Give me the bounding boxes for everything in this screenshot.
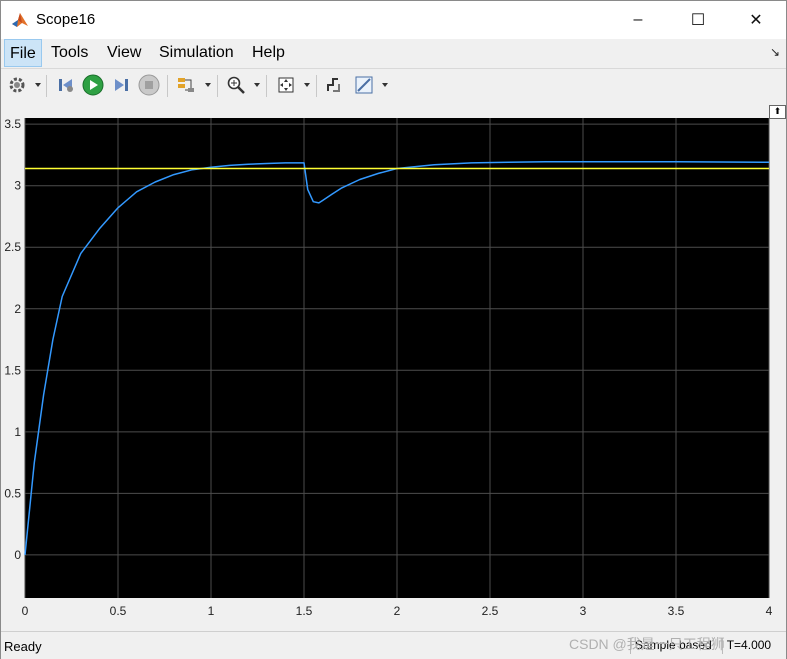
matlab-logo-icon [12, 13, 28, 27]
toolbar-separator [316, 75, 317, 97]
menu-help[interactable]: Help [247, 39, 290, 67]
signal-select-icon[interactable] [175, 74, 197, 96]
y-tick-label: 0.5 [4, 486, 21, 500]
menu-tools[interactable]: Tools [46, 39, 93, 67]
y-tick-label: 0 [14, 548, 21, 562]
watermark-text: CSDN @我是一只工程狮 [569, 636, 725, 652]
restore-axes-button[interactable]: ⬆ [769, 105, 786, 119]
y-tick-label: 2.5 [4, 240, 21, 254]
step-forward-icon[interactable] [110, 74, 132, 96]
menu-simulation[interactable]: Simulation [154, 39, 239, 67]
toolbar-separator [167, 75, 168, 97]
close-icon: ✕ [749, 12, 763, 29]
x-tick-label: 2.5 [482, 604, 499, 618]
minimize-button[interactable]: – [615, 1, 661, 39]
x-tick-label: 1 [208, 604, 215, 618]
run-icon[interactable] [82, 74, 104, 96]
zoom-dropdown-icon[interactable] [254, 83, 260, 87]
window-title: Scope16 [36, 11, 96, 28]
fit-view-icon[interactable] [275, 74, 297, 96]
x-tick-label: 2 [394, 604, 401, 618]
scope-window: Scope16 – ☐ ✕ File Tools View Simulation… [0, 0, 787, 659]
menu-view[interactable]: View [102, 39, 146, 67]
maximize-button[interactable]: ☐ [675, 1, 721, 39]
y-tick-labels: 0 0.5 1 1.5 2 2.5 3 3.5 [4, 117, 21, 562]
x-tick-label: 3 [580, 604, 587, 618]
y-tick-label: 2 [14, 302, 21, 316]
x-tick-labels: 0 0.5 1 1.5 2 2.5 3 3.5 4 [22, 604, 773, 618]
settings-dropdown-icon[interactable] [35, 83, 41, 87]
toolbar-separator [266, 75, 267, 97]
x-tick-label: 4 [766, 604, 773, 618]
close-button[interactable]: ✕ [733, 1, 779, 39]
minimize-icon: – [633, 11, 643, 28]
menu-file[interactable]: File [4, 39, 42, 67]
maximize-icon: ☐ [690, 12, 706, 29]
x-tick-label: 3.5 [668, 604, 685, 618]
menu-bar: File Tools View Simulation Help [1, 39, 786, 67]
toolbar [1, 68, 786, 103]
measure-dropdown-icon[interactable] [382, 83, 388, 87]
title-bar[interactable]: Scope16 – ☐ ✕ [1, 1, 786, 39]
status-time: T=4.000 [721, 638, 775, 654]
y-tick-label: 1.5 [4, 363, 21, 377]
x-tick-label: 0 [22, 604, 29, 618]
y-tick-label: 1 [14, 425, 21, 439]
scope-plot[interactable]: 0 0.5 1 1.5 2 2.5 3 3.5 4 0 0.5 1 1.5 2 2.5 3 3.5 [1, 102, 787, 629]
measure-icon[interactable] [353, 74, 375, 96]
dock-pin-icon[interactable]: ↘ [770, 45, 780, 59]
x-tick-label: 0.5 [110, 604, 127, 618]
signal-select-dropdown-icon[interactable] [205, 83, 211, 87]
settings-icon[interactable] [6, 74, 28, 96]
status-ready: Ready [4, 639, 42, 654]
step-back-icon[interactable] [55, 74, 77, 96]
y-tick-label: 3 [14, 179, 21, 193]
toolbar-separator [217, 75, 218, 97]
zoom-icon[interactable] [225, 74, 247, 96]
x-tick-label: 1.5 [296, 604, 313, 618]
stop-icon[interactable] [138, 74, 160, 96]
signal-style-icon[interactable] [324, 74, 346, 96]
toolbar-separator [46, 75, 47, 97]
y-tick-label: 3.5 [4, 117, 21, 131]
fit-view-dropdown-icon[interactable] [304, 83, 310, 87]
